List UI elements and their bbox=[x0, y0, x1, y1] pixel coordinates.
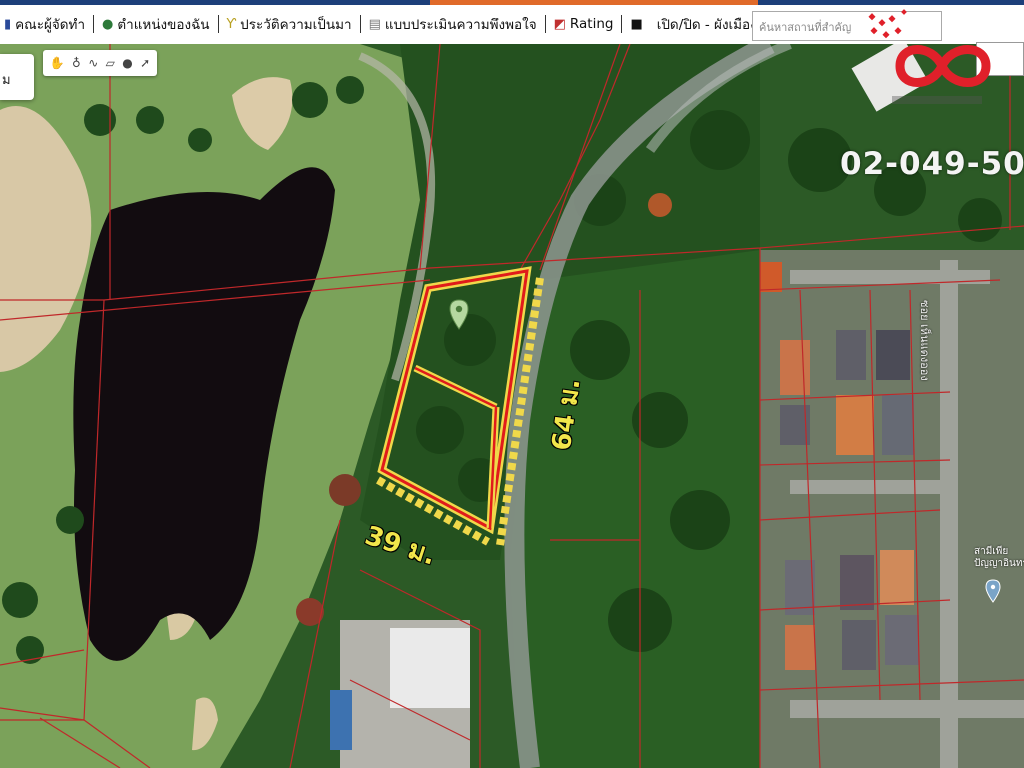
poi-label-line2: ปัญญาอินทรา bbox=[974, 558, 1024, 569]
satellite-map[interactable] bbox=[0, 0, 1024, 768]
menu-separator bbox=[93, 15, 95, 33]
polyline-icon[interactable]: ∿ bbox=[88, 56, 98, 70]
menu-item-rating[interactable]: ◩ Rating bbox=[550, 16, 618, 32]
draw-toolbar: ✋ ♁ ∿ ▱ ● ➚ bbox=[43, 50, 157, 76]
layer-select-value: ม bbox=[2, 73, 11, 88]
book-icon: ▮ bbox=[4, 16, 12, 32]
menu-separator bbox=[544, 15, 546, 33]
menu-item-my-location[interactable]: ● ตำแหน่งของฉัน bbox=[98, 13, 213, 35]
menu-item-team[interactable]: ▮ คณะผู้จัดทำ bbox=[0, 13, 89, 35]
menu-item-team-label: คณะผู้จัดทำ bbox=[15, 17, 86, 33]
menu-separator bbox=[621, 15, 623, 33]
brand-logo bbox=[868, 9, 991, 104]
polygon-icon[interactable]: ▱ bbox=[106, 56, 115, 70]
menu-item-rating-label: Rating bbox=[569, 16, 614, 32]
watermark-phone: 02-049-50 bbox=[840, 146, 1024, 182]
poi-label: สามีเพีย ปัญญาอินทรา bbox=[974, 546, 1024, 570]
road-label: ซอย เห็นแดงออง bbox=[918, 300, 931, 381]
chart-icon: ◩ bbox=[553, 16, 566, 32]
menu-item-zoning-toggle[interactable]: ■ เปิด/ปิด - ผังเมือง bbox=[626, 13, 760, 35]
globe-icon: ● bbox=[102, 16, 114, 32]
menu-separator bbox=[217, 15, 219, 33]
menu-item-history-label: ประวัติความเป็นมา bbox=[240, 17, 352, 33]
pin-icon[interactable]: ♁ bbox=[72, 56, 81, 70]
poi-label-line1: สามีเพีย bbox=[974, 546, 1009, 557]
ruler-icon[interactable]: ➚ bbox=[140, 56, 150, 70]
sprout-icon: Ƴ bbox=[226, 16, 237, 32]
hand-icon[interactable]: ✋ bbox=[50, 56, 65, 70]
menu-item-my-location-label: ตำแหน่งของฉัน bbox=[117, 17, 210, 33]
checkbox-icon[interactable]: ■ bbox=[630, 18, 642, 31]
menu-item-zoning-toggle-label: เปิด/ปิด - ผังเมือง bbox=[656, 17, 757, 33]
document-icon: ▤ bbox=[368, 16, 381, 32]
menu-item-history[interactable]: Ƴ ประวัติความเป็นมา bbox=[223, 13, 356, 35]
search-placeholder: ค้นหาสถานที่สำคัญ bbox=[759, 21, 852, 34]
circle-icon[interactable]: ● bbox=[122, 56, 132, 70]
layer-select[interactable]: ม bbox=[0, 54, 34, 100]
menu-item-survey-label: แบบประเมินความพึงพอใจ bbox=[384, 17, 537, 33]
menu-separator bbox=[359, 15, 361, 33]
menu-item-survey[interactable]: ▤ แบบประเมินความพึงพอใจ bbox=[365, 13, 541, 35]
